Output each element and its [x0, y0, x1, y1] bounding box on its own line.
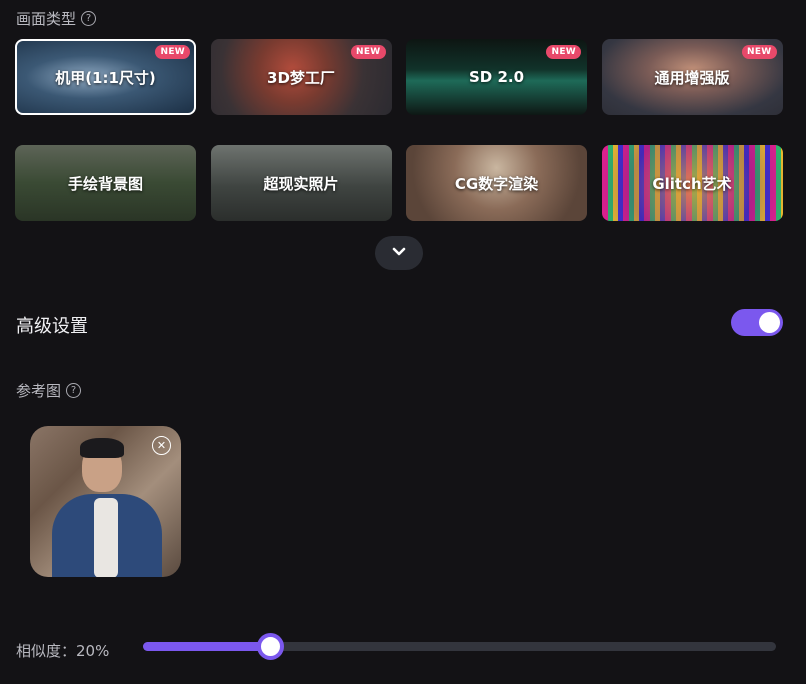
style-section-label: 画面类型 [16, 10, 77, 28]
style-tile-sd2[interactable]: NEW SD 2.0 [406, 39, 587, 115]
style-tile-label: 手绘背景图 [67, 174, 143, 193]
new-badge: NEW [546, 45, 581, 59]
style-tile-label: CG数字渲染 [454, 174, 539, 193]
advanced-generation-panel: 画面类型 ? NEW 机甲(1:1尺寸) NEW 3D梦工厂 NEW SD 2.… [0, 0, 806, 684]
similarity-label: 相似度：20% [16, 642, 110, 660]
advanced-settings-toggle[interactable] [731, 309, 783, 336]
slider-fill [143, 642, 270, 651]
style-tile-label: SD 2.0 [468, 68, 525, 86]
reference-photo-shirt [94, 498, 118, 577]
style-tile-label: Glitch艺术 [652, 174, 732, 193]
style-tile-surreal-photo[interactable]: 超现实照片 [210, 145, 392, 221]
style-grid: NEW 机甲(1:1尺寸) NEW 3D梦工厂 NEW SD 2.0 NEW 通… [15, 39, 783, 221]
reference-section-header: 参考图 ? [16, 380, 82, 401]
style-tile-cg-render[interactable]: CG数字渲染 [406, 145, 587, 221]
reference-photo-hair [80, 438, 124, 458]
reference-image[interactable]: ✕ [30, 426, 181, 577]
slider-thumb[interactable] [256, 633, 284, 660]
expand-styles-button[interactable] [375, 236, 423, 270]
style-tile-label: 机甲(1:1尺寸) [55, 68, 156, 87]
style-section-header: 画面类型 ? [16, 8, 97, 29]
new-badge: NEW [741, 45, 777, 59]
similarity-slider[interactable] [143, 633, 776, 660]
new-badge: NEW [350, 45, 386, 59]
style-tile-label: 超现实照片 [263, 174, 339, 193]
style-tile-3d-dreamworks[interactable]: NEW 3D梦工厂 [210, 39, 392, 115]
help-icon[interactable]: ? [81, 11, 97, 26]
close-circle-icon[interactable]: ✕ [152, 436, 171, 455]
toggle-knob [759, 312, 780, 333]
advanced-settings-title: 高级设置 [16, 316, 88, 337]
help-icon[interactable]: ? [66, 383, 82, 398]
style-tile-label: 通用增强版 [654, 68, 730, 87]
style-tile-mecha[interactable]: NEW 机甲(1:1尺寸) [15, 39, 196, 115]
reference-section-label: 参考图 [16, 382, 62, 400]
new-badge: NEW [155, 45, 190, 59]
style-tile-label: 3D梦工厂 [267, 68, 335, 87]
style-tile-glitch-art[interactable]: Glitch艺术 [601, 145, 783, 221]
style-tile-general-enhanced[interactable]: NEW 通用增强版 [601, 39, 783, 115]
chevron-down-icon [392, 245, 406, 261]
style-tile-hand-drawn-background[interactable]: 手绘背景图 [15, 145, 196, 221]
